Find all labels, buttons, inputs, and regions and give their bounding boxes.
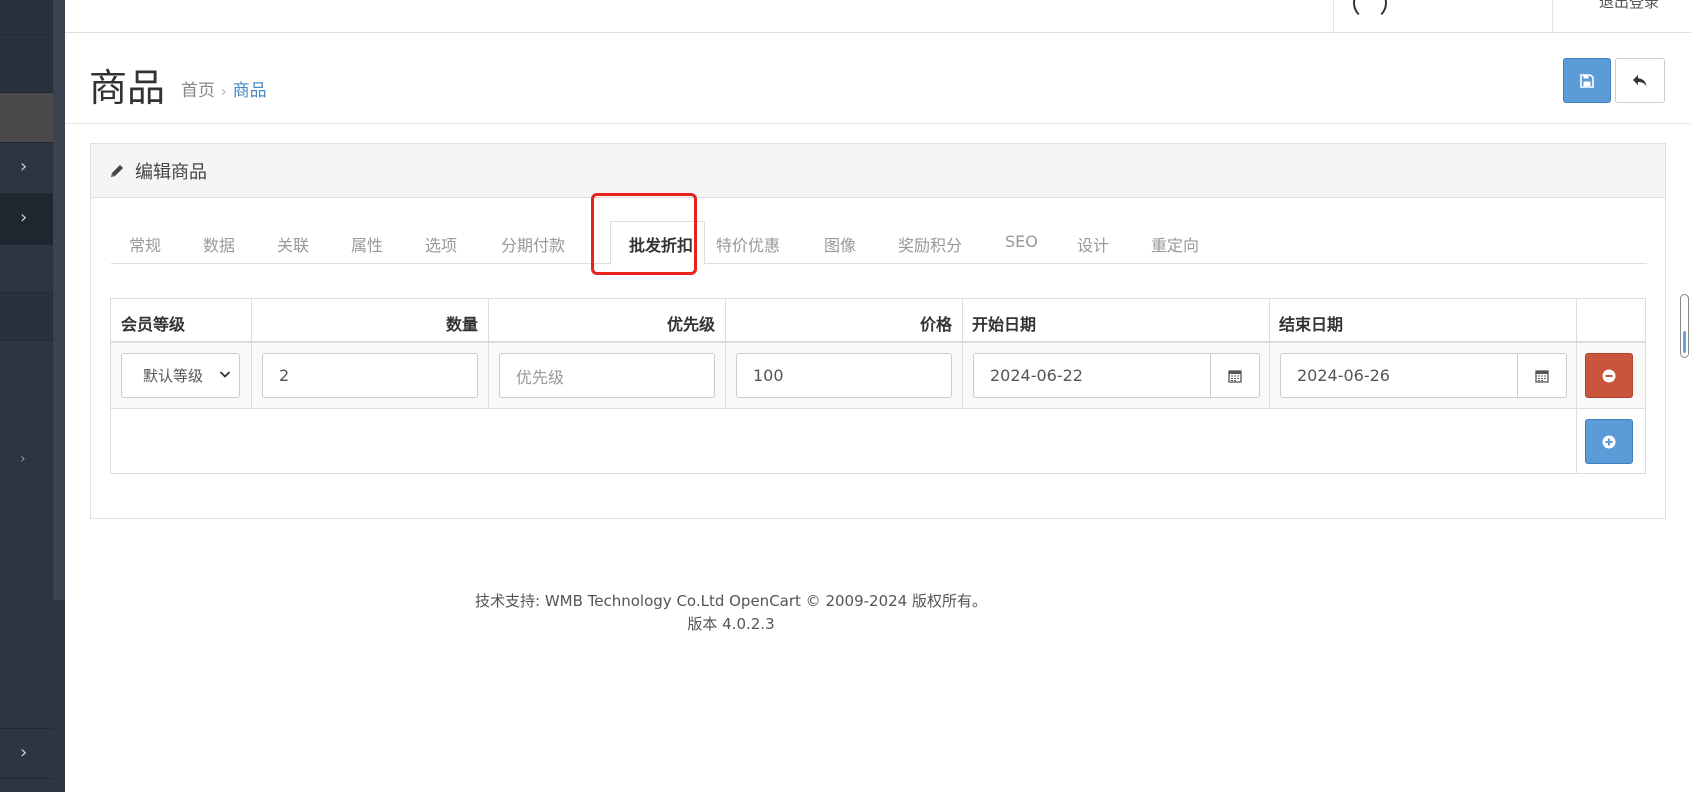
back-button[interactable]: [1615, 58, 1665, 103]
column-header-price: 价格: [919, 315, 952, 334]
tab-data[interactable]: 数据: [203, 232, 235, 256]
tab-links[interactable]: 关联: [277, 232, 309, 256]
reply-icon: [1633, 74, 1647, 86]
tab-redirect[interactable]: 重定向: [1151, 232, 1199, 256]
date-start-calendar-button[interactable]: [1211, 353, 1260, 398]
column-header-quantity: 数量: [445, 315, 478, 334]
chevron-right-icon: ›: [20, 207, 28, 228]
breadcrumb-separator: ›: [221, 84, 227, 100]
tab-design[interactable]: 设计: [1077, 232, 1109, 256]
top-header: 退出登录: [65, 0, 1691, 33]
chevron-right-icon: ›: [20, 156, 28, 177]
chevron-right-icon: ›: [20, 742, 28, 763]
column-header-date-start: 开始日期: [972, 315, 1037, 334]
customer-group-select[interactable]: 默认等级: [121, 353, 240, 398]
tab-reward-points[interactable]: 奖励积分: [898, 232, 962, 256]
sidebar-block-highlight: [0, 93, 53, 143]
add-discount-button[interactable]: [1585, 419, 1633, 464]
sidebar-item-1[interactable]: ›: [0, 143, 53, 194]
plus-circle-icon: [1602, 435, 1616, 448]
date-end-calendar-button[interactable]: [1518, 353, 1567, 398]
column-header-date-end: 结束日期: [1279, 315, 1344, 334]
highlight-box: [591, 193, 697, 275]
breadcrumb-current[interactable]: 商品: [233, 81, 267, 101]
chevron-right-icon[interactable]: ›: [20, 452, 26, 466]
footer-version: 版本 4.0.2.3: [687, 615, 775, 633]
quantity-input[interactable]: 2: [262, 353, 478, 398]
tab-general[interactable]: 常规: [129, 232, 161, 256]
tab-option[interactable]: 选项: [425, 232, 457, 256]
tab-attribute[interactable]: 属性: [351, 232, 383, 256]
page-title: 商品: [89, 66, 166, 110]
remove-discount-button[interactable]: [1585, 353, 1633, 398]
tab-seo[interactable]: SEO: [1005, 232, 1038, 251]
page-scrollbar[interactable]: [1680, 294, 1689, 358]
sidebar-item-bottom[interactable]: ›: [0, 728, 53, 779]
sidebar-block: [0, 35, 53, 93]
user-avatar-icon[interactable]: [1353, 0, 1387, 20]
price-input[interactable]: 100: [736, 353, 952, 398]
customer-group-value: 默认等级: [143, 367, 204, 385]
product-tabs: 常规 数据 关联 属性 选项 分期付款 批发折扣 特价优惠 图像 奖励积分 SE…: [111, 198, 1647, 265]
sidebar-block: [0, 293, 53, 341]
table-row: 默认等级 2 优先级 100 2024-06-22 2024-06-26: [110, 343, 1646, 409]
sidebar-scrollbar[interactable]: [53, 0, 65, 600]
tab-subscription[interactable]: 分期付款: [501, 232, 565, 256]
sidebar-block: [0, 245, 53, 293]
card-header: 编辑商品: [91, 144, 1665, 198]
column-header-priority: 优先级: [666, 315, 715, 334]
minus-circle-icon: [1602, 369, 1616, 382]
date-start-input[interactable]: 2024-06-22: [973, 353, 1211, 398]
table-header-row: 会员等级 数量 优先级 价格 开始日期 结束日期: [110, 298, 1646, 343]
date-end-input[interactable]: 2024-06-26: [1280, 353, 1518, 398]
sidebar-top-block: [0, 0, 53, 35]
table-footer-row: [110, 409, 1646, 474]
chevron-down-icon: [219, 371, 231, 378]
pencil-icon: [111, 164, 123, 177]
sidebar: › › › ›: [0, 0, 65, 792]
tab-special[interactable]: 特价优惠: [716, 232, 780, 256]
page-footer: 技术支持: WMB Technology Co.Ltd OpenCart © 2…: [65, 590, 1397, 636]
calendar-icon: [1535, 369, 1549, 383]
breadcrumb: 首页 › 商品: [181, 76, 267, 101]
calendar-icon: [1228, 369, 1242, 383]
floppy-disk-icon: [1580, 73, 1594, 88]
sidebar-item-2[interactable]: ›: [0, 194, 53, 245]
footer-copyright: 技术支持: WMB Technology Co.Ltd OpenCart © 2…: [475, 592, 987, 610]
column-header-customer-group: 会员等级: [121, 315, 186, 334]
save-button[interactable]: [1563, 58, 1611, 103]
priority-input[interactable]: 优先级: [499, 353, 715, 398]
card-title: 编辑商品: [135, 161, 207, 183]
tab-image[interactable]: 图像: [824, 232, 856, 256]
logout-link[interactable]: 退出登录: [1599, 0, 1659, 12]
breadcrumb-home[interactable]: 首页: [181, 81, 215, 101]
